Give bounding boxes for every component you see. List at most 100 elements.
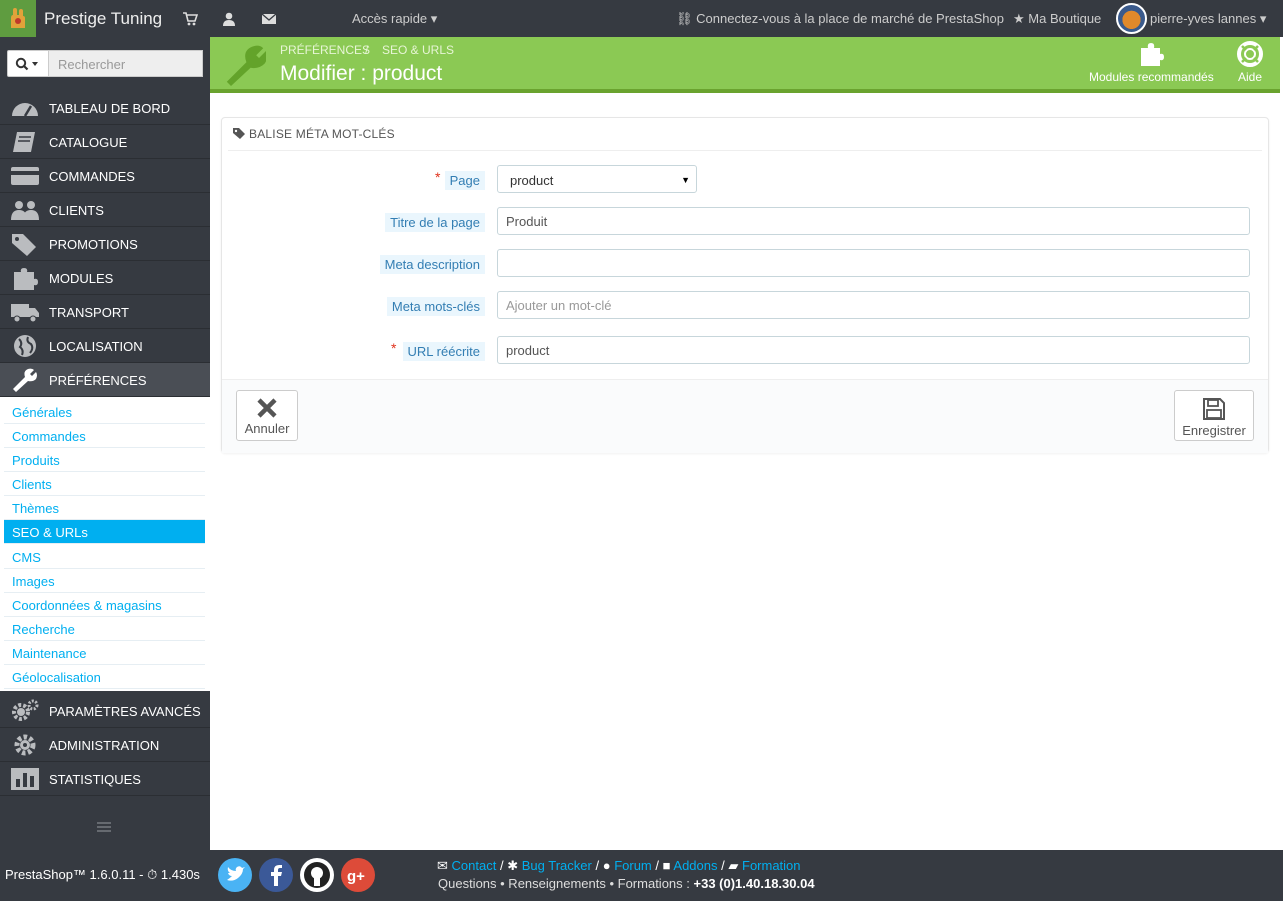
submenu-cms[interactable]: CMS <box>4 545 205 569</box>
caret-down-icon: ▾ <box>430 11 438 26</box>
search-box: Rechercher <box>7 50 203 77</box>
comments-icon: ● <box>602 858 611 873</box>
menu-preferences[interactable]: PRÉFÉRENCES <box>0 363 210 397</box>
footer-link-addons[interactable]: Addons <box>673 858 717 873</box>
meta-description-label: Meta description <box>379 255 485 274</box>
twitter-icon[interactable] <box>218 858 252 892</box>
svg-text:g+: g+ <box>347 868 365 885</box>
search-input[interactable]: Rechercher <box>49 50 203 77</box>
book-icon <box>13 132 35 152</box>
facebook-icon[interactable] <box>259 858 293 892</box>
submenu-search[interactable]: Recherche <box>4 617 205 641</box>
avatar[interactable] <box>1116 3 1147 34</box>
bug-icon: ✱ <box>507 858 519 873</box>
menu-customers[interactable]: CLIENTS <box>0 193 210 227</box>
submenu-seo-urls[interactable]: SEO & URLs <box>4 520 205 544</box>
credit-card-icon <box>11 167 39 185</box>
submenu-products[interactable]: Produits <box>4 448 205 472</box>
footer-link-forum[interactable]: Forum <box>614 858 652 873</box>
cogs-icon <box>12 699 39 721</box>
collapse-menu-icon[interactable] <box>96 821 112 833</box>
my-shop-link[interactable]: ★ Ma Boutique <box>1013 11 1101 27</box>
truck-icon <box>11 304 39 323</box>
footer: PrestaShop™ 1.6.0.11 - ⏱ 1.430s g+ ✉ Con… <box>0 850 1283 901</box>
user-icon[interactable] <box>221 11 237 27</box>
help-button[interactable]: Aide <box>1236 40 1264 84</box>
envelope-icon: ✉ <box>437 858 448 873</box>
menu-modules[interactable]: MODULES <box>0 261 210 295</box>
menu-advanced-parameters[interactable]: PARAMÈTRES AVANCÉS <box>0 694 210 728</box>
close-icon <box>257 398 277 418</box>
marketplace-link[interactable]: ⛓ Connectez-vous à la place de marché de… <box>676 11 1004 27</box>
cog-icon <box>14 734 36 756</box>
page-header: PRÉFÉRENCES / SEO & URLS Modifier : prod… <box>210 37 1280 93</box>
submenu-contacts-stores[interactable]: Coordonnées & magasins <box>4 593 205 617</box>
caret-down-icon: ▼ <box>681 175 690 185</box>
user-menu[interactable]: pierre-yves lannes ▾ <box>1150 11 1266 27</box>
submenu-geolocation[interactable]: Géolocalisation <box>4 665 205 689</box>
footer-link-training[interactable]: Formation <box>742 858 801 873</box>
meta-keywords-input[interactable]: Ajouter un mot-clé <box>497 291 1250 319</box>
book-icon: ▰ <box>728 858 739 873</box>
puzzle-icon: ■ <box>662 858 671 873</box>
page-label: Page <box>444 171 485 190</box>
submenu-images[interactable]: Images <box>4 569 205 593</box>
menu-shipping[interactable]: TRANSPORT <box>0 295 210 329</box>
breadcrumb-seo-urls[interactable]: SEO & URLS <box>382 43 454 57</box>
puzzle-icon <box>1141 43 1165 66</box>
main-content: BALISE MÉTA MOT-CLÉS * Page product ▼ Ti… <box>210 93 1283 850</box>
required-marker: * <box>391 340 397 356</box>
meta-description-input[interactable] <box>497 249 1250 277</box>
puzzle-icon <box>14 268 38 290</box>
version-info: PrestaShop™ 1.6.0.11 - ⏱ 1.430s <box>5 867 200 882</box>
rewritten-url-label: URL réécrite <box>402 342 485 361</box>
footer-link-bug-tracker[interactable]: Bug Tracker <box>522 858 592 873</box>
prestashop-logo[interactable] <box>0 0 36 37</box>
shop-name[interactable]: Prestige Tuning <box>44 9 162 29</box>
menu-dashboard[interactable]: TABLEAU DE BORD <box>0 91 210 125</box>
menu-orders[interactable]: COMMANDES <box>0 159 210 193</box>
users-icon <box>11 201 39 220</box>
menu-statistics[interactable]: STATISTIQUES <box>0 762 210 796</box>
page-title-label: Titre de la page <box>385 213 485 232</box>
menu-administration[interactable]: ADMINISTRATION <box>0 728 210 762</box>
menu-promotions[interactable]: PROMOTIONS <box>0 227 210 261</box>
submenu-themes[interactable]: Thèmes <box>4 496 205 520</box>
breadcrumb-preferences[interactable]: PRÉFÉRENCES <box>280 43 370 57</box>
google-plus-icon[interactable]: g+ <box>341 858 375 892</box>
menu-catalogue[interactable]: CATALOGUE <box>0 125 210 159</box>
wrench-icon <box>13 368 37 392</box>
dashboard-icon <box>12 103 38 117</box>
field-page-title: Titre de la page Produit <box>222 207 1270 237</box>
panel-heading: BALISE MÉTA MOT-CLÉS <box>228 118 1262 151</box>
field-meta-description: Meta description <box>222 249 1270 279</box>
required-marker: * <box>435 169 441 185</box>
envelope-icon[interactable] <box>261 11 277 27</box>
submenu-orders[interactable]: Commandes <box>4 424 205 448</box>
field-meta-keywords: Meta mots-clés Ajouter un mot-clé <box>222 291 1270 321</box>
github-icon[interactable] <box>300 858 334 892</box>
rewritten-url-input[interactable]: product <box>497 336 1250 364</box>
menu-localization[interactable]: LOCALISATION <box>0 329 210 363</box>
panel-footer: Annuler Enregistrer <box>222 379 1268 453</box>
cart-icon[interactable] <box>182 11 198 27</box>
lifebuoy-icon <box>1237 41 1263 67</box>
quick-access-menu[interactable]: Accès rapide ▾ <box>352 11 437 27</box>
footer-contact-line: Questions • Renseignements • Formations … <box>438 876 815 891</box>
submenu-general[interactable]: Générales <box>4 400 205 424</box>
search-icon <box>15 57 38 71</box>
wrench-icon <box>226 45 266 86</box>
cancel-button[interactable]: Annuler <box>236 390 298 441</box>
page-title-input[interactable]: Produit <box>497 207 1250 235</box>
field-rewritten-url: * URL réécrite product <box>222 336 1270 366</box>
hand-icon <box>11 8 25 28</box>
recommended-modules-button[interactable]: Modules recommandés <box>1089 40 1214 84</box>
footer-links: ✉ Contact / ✱ Bug Tracker / ● Forum / ■ … <box>437 858 801 873</box>
tags-icon <box>12 234 36 256</box>
footer-link-contact[interactable]: Contact <box>452 858 497 873</box>
page-select[interactable]: product ▼ <box>497 165 697 193</box>
search-type-button[interactable] <box>7 50 49 77</box>
save-button[interactable]: Enregistrer <box>1174 390 1254 441</box>
submenu-maintenance[interactable]: Maintenance <box>4 641 205 665</box>
submenu-customers[interactable]: Clients <box>4 472 205 496</box>
